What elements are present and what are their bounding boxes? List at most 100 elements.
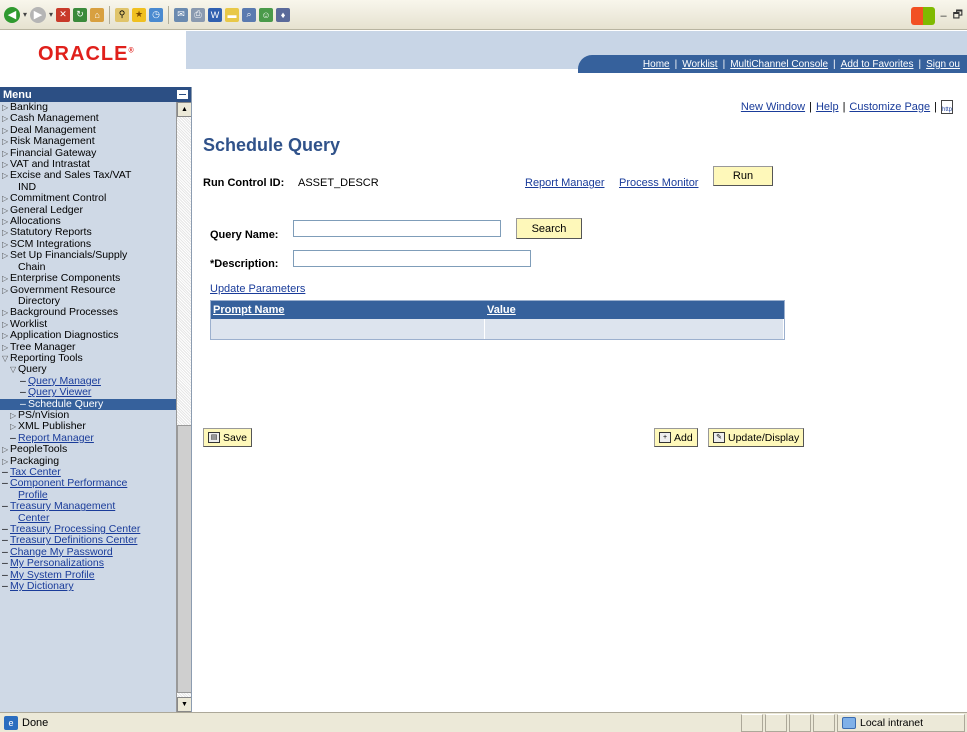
search-button[interactable]: Search	[516, 218, 582, 239]
http-link-icon[interactable]: http	[941, 100, 953, 114]
collapsed-arrow-icon: ▷	[2, 194, 9, 204]
run-button[interactable]: Run	[713, 166, 773, 186]
page-utility-links: New Window | Help | Customize Page | htt…	[740, 100, 953, 114]
minimize-icon[interactable]: –	[941, 10, 947, 22]
header-nav: Home | Worklist | MultiChannel Console | Ad…	[578, 55, 967, 73]
update-display-button[interactable]: ✎ Update/Display	[708, 428, 805, 447]
query-name-input[interactable]	[293, 220, 501, 237]
grid-col-value[interactable]: Value	[485, 301, 784, 319]
prompt-parameters-grid: Prompt Name Value	[210, 300, 785, 340]
status-pane	[765, 714, 787, 732]
scroll-down-icon[interactable]: ▼	[177, 697, 191, 712]
search-icon[interactable]: ⚲	[115, 7, 130, 22]
nav-home[interactable]: Home	[638, 59, 675, 70]
window-controls: – 🗗	[910, 6, 963, 25]
menu-item-label: Government Resource	[10, 283, 116, 296]
menu-item-label: My System Profile	[10, 568, 95, 581]
collapsed-arrow-icon: ▷	[2, 137, 9, 147]
menu-item-label: Set Up Financials/Supply	[10, 249, 128, 262]
collapsed-arrow-icon: ▷	[10, 410, 17, 420]
nav-sign-out[interactable]: Sign ou	[921, 59, 965, 70]
mail-icon[interactable]: ✉	[174, 7, 189, 22]
back-dropdown-icon[interactable]: ▾	[23, 10, 27, 19]
update-parameters-link[interactable]: Update Parameters	[210, 283, 305, 295]
menu-item-label: Worklist	[10, 317, 48, 330]
favorites-icon[interactable]: ★	[132, 7, 147, 22]
back-icon[interactable]: ◀	[4, 6, 20, 23]
collapsed-arrow-icon: ▷	[2, 205, 9, 215]
add-icon: +	[659, 432, 671, 443]
report-manager-link[interactable]: Report Manager	[525, 177, 605, 189]
menu-item-label: Component Performance	[10, 477, 128, 490]
status-panes: Local intranet	[741, 714, 967, 732]
dash-icon: –	[2, 557, 8, 570]
menu-item-label: Treasury Definitions Center	[10, 534, 138, 547]
menu-item-label: Tree Manager	[10, 340, 76, 353]
windows-logo-icon	[910, 6, 935, 25]
collapse-menu-icon[interactable]	[177, 90, 188, 99]
status-pane	[741, 714, 763, 732]
menu-item-label: Query	[18, 363, 47, 376]
refresh-icon[interactable]: ↻	[73, 7, 88, 22]
expanded-arrow-icon: ▽	[2, 353, 9, 363]
security-zone[interactable]: Local intranet	[837, 714, 965, 732]
menu-item-label: SCM Integrations	[10, 237, 92, 250]
menu-item-label: My Personalizations	[10, 557, 104, 570]
collapsed-arrow-icon: ▷	[2, 308, 9, 318]
collapsed-arrow-icon: ▷	[2, 445, 9, 455]
menu-item-label: Schedule Query	[28, 397, 104, 410]
collapsed-arrow-icon: ▷	[2, 103, 9, 112]
home-icon[interactable]: ⌂	[90, 7, 105, 22]
update-display-button-label: Update/Display	[728, 431, 800, 444]
menu-title: Menu	[3, 88, 32, 101]
process-monitor-link[interactable]: Process Monitor	[619, 177, 698, 189]
menu-item-label: Report Manager	[18, 431, 94, 444]
menu-item-label: Tax Center	[10, 466, 61, 478]
collapsed-arrow-icon: ▷	[2, 148, 9, 158]
forward-icon[interactable]: ▶	[30, 6, 47, 23]
main-content: New Window | Help | Customize Page | htt…	[193, 87, 967, 712]
menu-item-label: Center	[18, 511, 50, 524]
status-text: Done	[22, 716, 49, 729]
menu-scrollbar[interactable]: ▲ ▼	[176, 102, 191, 712]
save-button[interactable]: ▤ Save	[203, 428, 252, 447]
menu-item-label: Commitment Control	[10, 192, 107, 205]
forward-dropdown-icon[interactable]: ▾	[49, 10, 53, 19]
browser-toolbar: ◀ ▾ ▶ ▾ ✕ ↻ ⌂ ⚲ ★ ◷ ✉ ⎙ W ▬ ⌕ ☺ ♦ – 🗗	[0, 0, 967, 30]
menu-item-label: IND	[18, 180, 37, 193]
customize-page-link[interactable]: Customize Page	[849, 101, 930, 113]
grid-col-prompt-name[interactable]: Prompt Name	[211, 301, 485, 319]
scroll-thumb[interactable]	[177, 425, 191, 693]
description-input[interactable]	[293, 250, 531, 267]
menu-item-label: Profile	[18, 488, 48, 501]
messenger-icon[interactable]: ☺	[259, 7, 274, 22]
status-bar: e Done Local intranet	[0, 712, 967, 732]
menu-header: Menu	[0, 87, 191, 102]
oracle-logo: ORACLE®	[38, 43, 135, 65]
menu-item-label: Enterprise Components	[10, 272, 121, 285]
new-window-link[interactable]: New Window	[741, 101, 805, 113]
scroll-up-icon[interactable]: ▲	[177, 102, 191, 117]
history-icon[interactable]: ◷	[149, 7, 164, 22]
nav-add-to-favorites[interactable]: Add to Favorites	[836, 59, 919, 70]
stop-icon[interactable]: ✕	[56, 7, 71, 22]
research-icon[interactable]: ⌕	[242, 7, 257, 22]
print-icon[interactable]: ⎙	[191, 7, 206, 22]
nav-worklist[interactable]: Worklist	[677, 59, 722, 70]
dash-icon: –	[20, 386, 26, 399]
menu-item-label: Treasury Management	[10, 500, 116, 513]
save-icon: ▤	[208, 432, 220, 443]
menu-panel: Menu ▷ Banking ▷ Cash Management ▷ Deal Manag…	[0, 87, 192, 712]
add-button[interactable]: + Add	[654, 428, 698, 447]
menu-item-label: General Ledger	[10, 203, 83, 216]
edit-icon[interactable]: W	[208, 7, 223, 22]
bluetooth-icon[interactable]: ♦	[276, 7, 291, 22]
restore-icon[interactable]: 🗗	[953, 6, 963, 25]
menu-item[interactable]: – My Dictionary	[0, 580, 176, 592]
menu-list: ▷ Banking ▷ Cash Management ▷ Deal Management…	[0, 101, 176, 712]
help-link[interactable]: Help	[816, 101, 839, 113]
nav-multichannel-console[interactable]: MultiChannel Console	[725, 59, 833, 70]
ie-page-icon: e	[4, 715, 18, 730]
folder-icon[interactable]: ▬	[225, 7, 240, 22]
menu-item-label: Change My Password	[10, 545, 113, 558]
